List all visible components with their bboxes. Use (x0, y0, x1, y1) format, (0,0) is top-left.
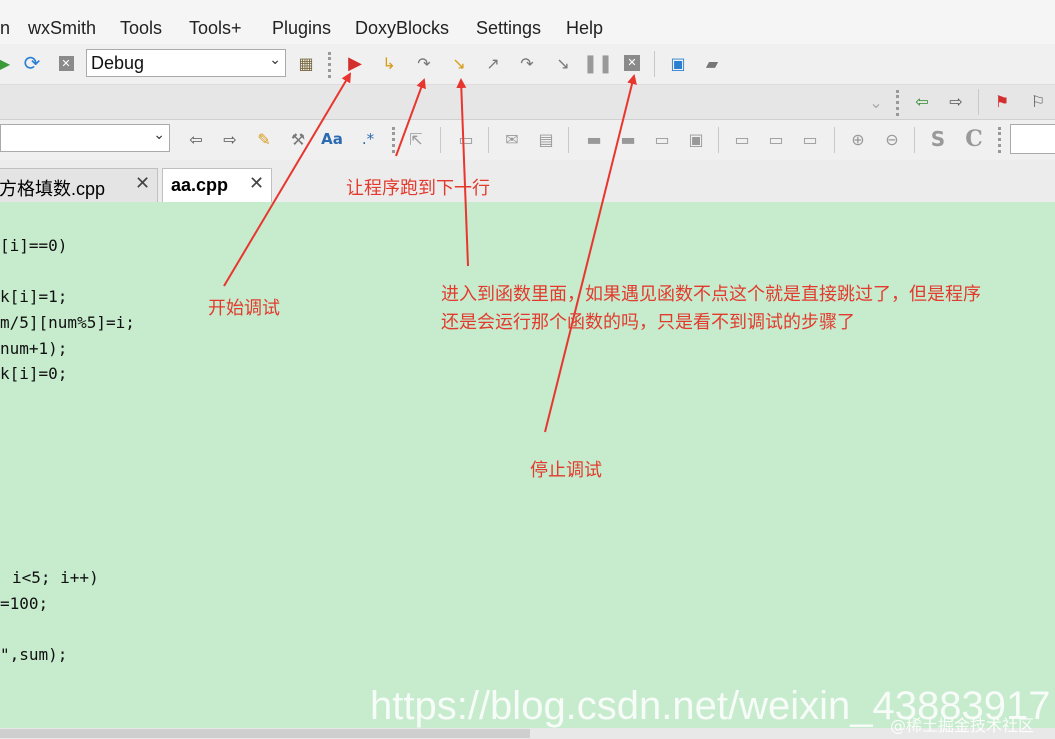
annotation-step-into-2: 还是会运行那个函数的吗，只是看不到调试的步骤了 (441, 312, 855, 333)
debug-windows-icon[interactable]: ▣ (666, 51, 690, 75)
step-out-icon[interactable]: ↗ (481, 51, 505, 75)
build-target-value: Debug (91, 53, 145, 73)
toolbar-separator (978, 89, 979, 115)
next-bookmark-icon[interactable]: ⚐ (1026, 89, 1050, 113)
block-3-icon[interactable]: ▭ (650, 127, 674, 151)
toolbar-separator (488, 127, 489, 153)
toolbar-separator (654, 51, 655, 77)
scope-select[interactable]: ⌄ (0, 124, 170, 152)
pause-icon[interactable]: ❚❚ (583, 51, 613, 75)
next-line-icon[interactable]: ↷ (412, 51, 436, 75)
menu-bar: n wxSmith Tools Tools+ Plugins DoxyBlock… (0, 0, 1055, 44)
hammer-icon[interactable]: ⚒ (286, 127, 310, 151)
toolbar-grip (328, 52, 334, 78)
menu-plugins[interactable]: Plugins (272, 18, 331, 39)
menu-doxyblocks[interactable]: DoxyBlocks (355, 18, 449, 39)
shape-rect-icon[interactable]: ▭ (454, 127, 478, 151)
menu-settings[interactable]: Settings (476, 18, 541, 39)
toolbar-separator (914, 127, 915, 153)
bookmark-flag-icon[interactable]: ⚑ (990, 89, 1014, 113)
abort-icon[interactable]: ✕ (54, 51, 78, 75)
letter-c-icon[interactable]: C (962, 126, 986, 152)
run-to-cursor-icon[interactable]: ↳ (377, 51, 401, 75)
code-line: num+1); (0, 339, 68, 358)
code-line: ",sum); (0, 645, 68, 664)
envelope-icon[interactable]: ✉ (500, 127, 524, 151)
toolbar-separator (440, 127, 441, 153)
regex-icon[interactable]: .* (356, 127, 380, 151)
chevron-down-icon[interactable]: ⌄ (864, 90, 888, 114)
code-line: [i]==0) (0, 236, 68, 255)
back-icon[interactable]: ⇦ (184, 127, 208, 151)
toolbar-grip (998, 127, 1004, 153)
menu-wxsmith[interactable]: wxSmith (28, 18, 96, 39)
highlight-icon[interactable]: ✎ (252, 127, 276, 151)
menu-tools-plus[interactable]: Tools+ (189, 18, 242, 39)
zoom-in-icon[interactable]: ⊕ (846, 127, 870, 151)
editor-tab-bar (0, 160, 1055, 203)
toolbar-grip (392, 127, 398, 153)
frame-1-icon[interactable]: ▭ (730, 127, 754, 151)
code-line: i<5; i++) (12, 568, 99, 587)
tab-aa-cpp[interactable]: aa.cpp ✕ (162, 168, 272, 202)
menu-tools[interactable]: Tools (120, 18, 162, 39)
document-icon[interactable]: ▤ (534, 127, 558, 151)
frame-3-icon[interactable]: ▭ (798, 127, 822, 151)
code-line: =100; (0, 594, 49, 613)
annotation-stop-debug: 停止调试 (530, 460, 602, 481)
chevron-down-icon: ⌄ (269, 52, 281, 68)
various-info-icon[interactable]: ▰ (700, 51, 724, 75)
watermark-secondary: @稀土掘金技术社区 (890, 716, 1035, 735)
annotation-next-line: 让程序跑到下一行 (346, 178, 490, 199)
search-input[interactable] (1010, 124, 1055, 154)
toolbar-separator (718, 127, 719, 153)
block-2-icon[interactable]: ▬ (616, 127, 640, 151)
menu-help[interactable]: Help (566, 18, 603, 39)
zoom-out-icon[interactable]: ⊖ (880, 127, 904, 151)
tab-label: 方格填数.cpp (0, 179, 106, 199)
letter-s-icon[interactable]: S (926, 127, 950, 151)
step-into-icon[interactable]: ↘ (447, 51, 471, 75)
pointer-icon[interactable]: ⇱ (404, 127, 428, 151)
stop-debug-icon[interactable]: ✕ (620, 51, 644, 75)
block-4-icon[interactable]: ▣ (684, 127, 708, 151)
debug-start-icon[interactable]: ▶ (343, 51, 367, 75)
rebuild-icon[interactable]: ⟳ (20, 51, 44, 75)
block-1-icon[interactable]: ▬ (582, 127, 606, 151)
next-instruction-icon[interactable]: ↷ (515, 51, 539, 75)
tab-label: aa.cpp (171, 175, 229, 195)
toolbar-separator (568, 127, 569, 153)
code-line: k[i]=0; (0, 364, 68, 383)
build-options-icon[interactable]: ▦ (294, 51, 318, 75)
forward-icon[interactable]: ⇨ (218, 127, 242, 151)
chevron-down-icon: ⌄ (153, 127, 165, 143)
annotation-step-into-1: 进入到函数里面，如果遇见函数不点这个就是直接跳过了，但是程序 (441, 284, 981, 305)
code-line: k[i]=1; (0, 287, 68, 306)
toolbar-grip (896, 90, 902, 116)
jump-forward-icon[interactable]: ⇨ (944, 89, 968, 113)
build-run-icon[interactable]: ▶ (0, 51, 16, 75)
annotation-start-debug: 开始调试 (208, 298, 280, 319)
code-line: m/5][num%5]=i; (0, 313, 135, 332)
scrollbar-thumb[interactable] (0, 729, 530, 738)
menu-view[interactable]: n (0, 18, 10, 39)
frame-2-icon[interactable]: ▭ (764, 127, 788, 151)
step-into-instruction-icon[interactable]: ↘ (551, 51, 575, 75)
toolbar-separator (834, 127, 835, 153)
close-icon[interactable]: ✕ (249, 173, 264, 194)
jump-back-icon[interactable]: ⇦ (910, 89, 934, 113)
match-case-icon[interactable]: Aa (320, 127, 344, 151)
build-target-select[interactable]: Debug ⌄ (86, 49, 286, 77)
close-icon[interactable]: ✕ (135, 173, 150, 194)
tab-grid-fill-cpp[interactable]: 方格填数.cpp ✕ (0, 168, 158, 202)
